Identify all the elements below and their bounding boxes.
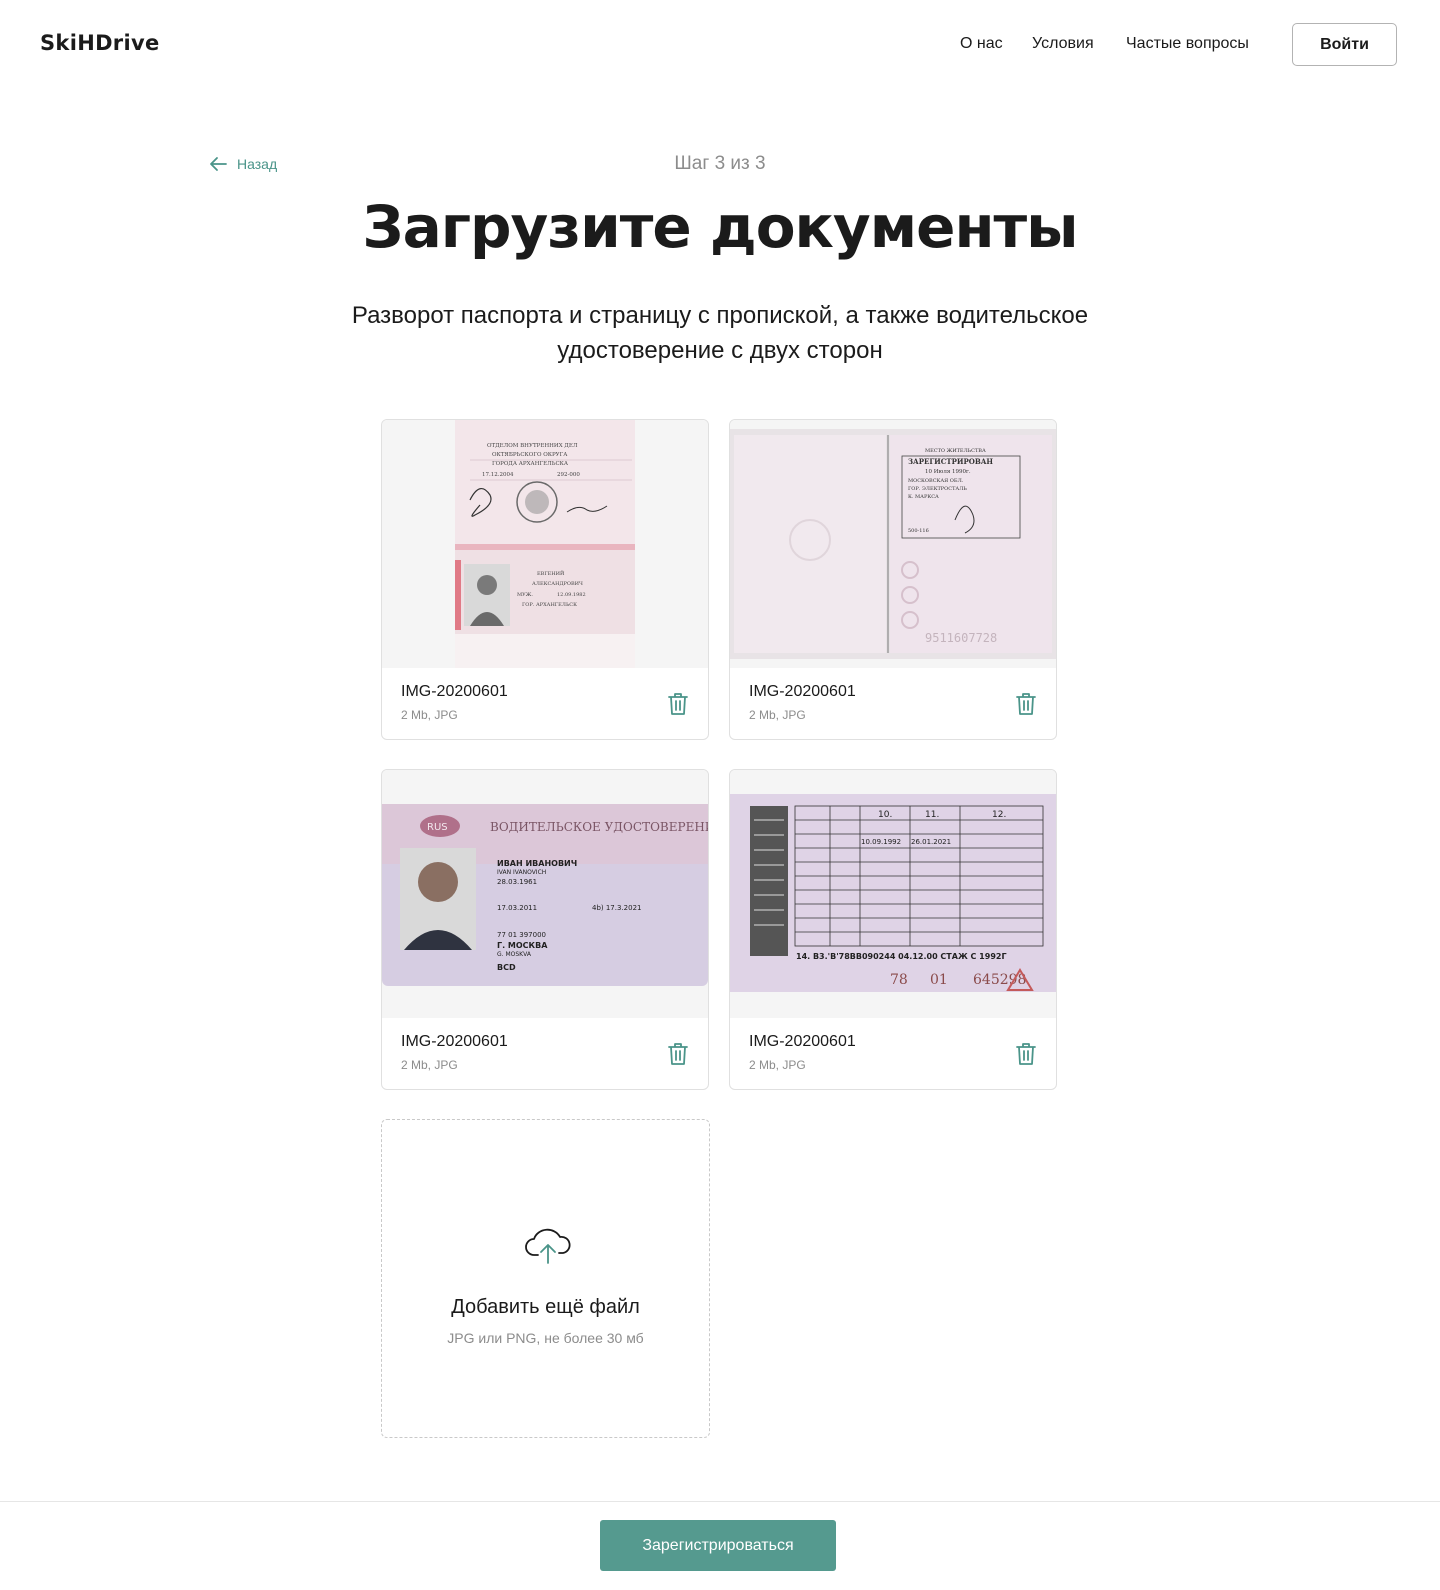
- nav-terms[interactable]: Условия: [1032, 35, 1094, 53]
- trash-icon[interactable]: [667, 692, 689, 716]
- document-preview: 10. 11. 12. 10.09.1992 26.01.2021 14. B3…: [730, 770, 1056, 1018]
- file-meta: 2 Mb, JPG: [749, 1058, 806, 1072]
- passport-registration-image: МЕСТО ЖИТЕЛЬСТВА ЗАРЕГИСТРИРОВАН 10 Июля…: [730, 429, 1056, 659]
- license-text: BCD: [497, 963, 516, 972]
- document-card: RUS ВОДИТЕЛЬСКОЕ УДОСТОВЕРЕНИЕ ИВАН ИВАН…: [381, 769, 709, 1090]
- dropzone-hint: JPG или PNG, не более 30 мб: [447, 1330, 644, 1346]
- passport-text: 292-000: [557, 472, 580, 478]
- registration-text: ГОР. ЭЛЕКТРОСТАЛЬ: [908, 486, 967, 492]
- license-text: IVAN IVANOVICH: [497, 869, 546, 876]
- passport-text: ОКТЯБРЬСКОГО ОКРУГА: [492, 452, 568, 458]
- document-preview: ОТДЕЛОМ ВНУТРЕННИХ ДЕЛ ОКТЯБРЬСКОГО ОКРУ…: [382, 420, 708, 668]
- driver-license-back-image: 10. 11. 12. 10.09.1992 26.01.2021 14. B3…: [730, 794, 1056, 992]
- license-text: G. MOSKVA: [497, 951, 532, 958]
- register-button[interactable]: Зарегистрироваться: [600, 1520, 836, 1571]
- license-back-text: 26.01.2021: [911, 838, 951, 846]
- license-back-text: 78: [890, 972, 908, 988]
- file-name: IMG-20200601: [401, 683, 508, 700]
- dropzone-title: Добавить ещё файл: [451, 1296, 640, 1318]
- file-name: IMG-20200601: [749, 1033, 856, 1050]
- license-back-text: 12.: [992, 810, 1006, 820]
- passport-text: ЕВГЕНИЙ: [537, 569, 565, 577]
- passport-text: МУЖ.: [517, 592, 533, 598]
- file-dropzone[interactable]: Добавить ещё файл JPG или PNG, не более …: [381, 1119, 710, 1438]
- file-name: IMG-20200601: [749, 683, 856, 700]
- nav-faq[interactable]: Частые вопросы: [1126, 35, 1249, 53]
- license-text: ИВАН ИВАНОВИЧ: [497, 859, 577, 868]
- license-text: Г. МОСКВА: [497, 941, 548, 950]
- registration-text: МЕСТО ЖИТЕЛЬСТВА: [925, 448, 986, 454]
- page-title: Загрузите документы: [362, 193, 1078, 261]
- license-back-text: 14. B3.'B'78BB090244 04.12.00 СТАЖ С 199…: [796, 952, 1007, 961]
- license-text: 4b) 17.3.2021: [592, 904, 641, 912]
- svg-text:9511607728: 9511607728: [925, 631, 997, 645]
- license-back-text: 10.09.1992: [861, 838, 901, 846]
- registration-text: 10 Июля 1990г.: [925, 469, 971, 475]
- passport-text: 17.12.2004: [482, 472, 514, 478]
- document-card: МЕСТО ЖИТЕЛЬСТВА ЗАРЕГИСТРИРОВАН 10 Июля…: [729, 419, 1057, 740]
- file-name: IMG-20200601: [401, 1033, 508, 1050]
- registration-text: К. МАРКСА: [908, 494, 939, 500]
- passport-text: 12.09.1982: [557, 592, 586, 598]
- driver-license-front-image: RUS ВОДИТЕЛЬСКОЕ УДОСТОВЕРЕНИЕ ИВАН ИВАН…: [382, 804, 708, 986]
- cloud-upload-icon: [525, 1228, 571, 1264]
- license-back-text: 11.: [925, 810, 939, 820]
- license-back-text: 01: [930, 972, 948, 988]
- registration-text: МОСКОВСКАЯ ОБЛ.: [908, 478, 964, 484]
- page-subtitle: Разворот паспорта и страницу с пропиской…: [351, 302, 1089, 364]
- license-back-text: 10.: [878, 810, 892, 820]
- license-text: 28.03.1961: [497, 878, 537, 886]
- registration-text: ЗАРЕГИСТРИРОВАН: [908, 457, 993, 466]
- step-indicator: Шаг 3 из 3: [674, 153, 766, 174]
- site-header: SkiHDrive О нас Условия Частые вопросы В…: [0, 0, 1440, 90]
- trash-icon[interactable]: [1015, 692, 1037, 716]
- trash-icon[interactable]: [667, 1042, 689, 1066]
- registration-text: 500-116: [908, 528, 929, 534]
- license-text: 17.03.2011: [497, 904, 537, 912]
- logo[interactable]: SkiHDrive: [40, 31, 159, 55]
- file-meta: 2 Mb, JPG: [401, 708, 458, 722]
- trash-icon[interactable]: [1015, 1042, 1037, 1066]
- license-text: 77 01 397000: [497, 931, 546, 939]
- login-button[interactable]: Войти: [1292, 23, 1397, 66]
- nav-about[interactable]: О нас: [960, 35, 1003, 53]
- license-text: ВОДИТЕЛЬСКОЕ УДОСТОВЕРЕНИЕ: [490, 820, 708, 834]
- passport-text: ГОРОДА АРХАНГЕЛЬСКА: [492, 461, 569, 467]
- footer-bar: Зарегистрироваться: [0, 1501, 1440, 1590]
- license-text: RUS: [427, 822, 448, 833]
- file-meta: 2 Mb, JPG: [749, 708, 806, 722]
- document-card: ОТДЕЛОМ ВНУТРЕННИХ ДЕЛ ОКТЯБРЬСКОГО ОКРУ…: [381, 419, 709, 740]
- passport-text: ГОР. АРХАНГЕЛЬСК: [522, 602, 577, 608]
- document-preview: МЕСТО ЖИТЕЛЬСТВА ЗАРЕГИСТРИРОВАН 10 Июля…: [730, 420, 1056, 668]
- passport-text: ОТДЕЛОМ ВНУТРЕННИХ ДЕЛ: [487, 443, 578, 449]
- passport-text: АЛЕКСАНДРОВИЧ: [532, 581, 583, 587]
- document-card: 10. 11. 12. 10.09.1992 26.01.2021 14. B3…: [729, 769, 1057, 1090]
- document-preview: RUS ВОДИТЕЛЬСКОЕ УДОСТОВЕРЕНИЕ ИВАН ИВАН…: [382, 770, 708, 1018]
- file-meta: 2 Mb, JPG: [401, 1058, 458, 1072]
- passport-spread-image: ОТДЕЛОМ ВНУТРЕННИХ ДЕЛ ОКТЯБРЬСКОГО ОКРУ…: [455, 420, 635, 668]
